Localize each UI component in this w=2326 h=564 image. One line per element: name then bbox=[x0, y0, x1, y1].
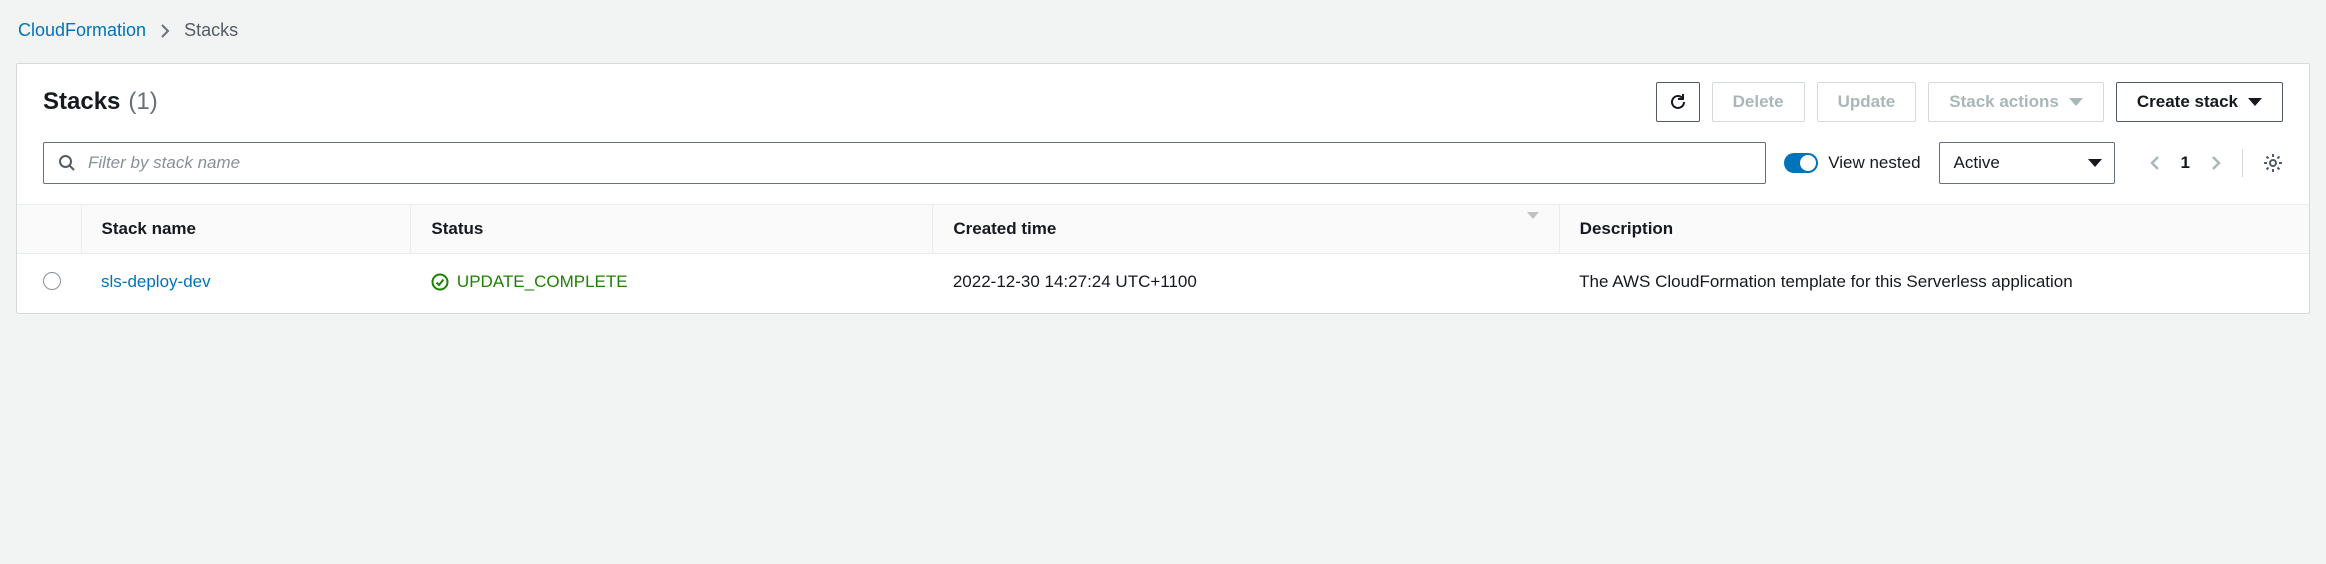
page-title: Stacks (1) bbox=[43, 88, 158, 116]
stacks-table: Stack name Status Created time Descripti… bbox=[17, 204, 2309, 313]
refresh-button[interactable] bbox=[1656, 82, 1700, 122]
caret-down-icon bbox=[2088, 159, 2102, 167]
column-created-time[interactable]: Created time bbox=[933, 205, 1559, 254]
breadcrumb: CloudFormation Stacks bbox=[16, 20, 2310, 41]
create-stack-label: Create stack bbox=[2137, 92, 2238, 112]
divider bbox=[2242, 149, 2243, 177]
view-nested-toggle[interactable] bbox=[1784, 153, 1818, 173]
column-description[interactable]: Description bbox=[1559, 205, 2309, 254]
caret-down-icon bbox=[2248, 98, 2262, 106]
page-number: 1 bbox=[2181, 153, 2190, 173]
status-filter-value: Active bbox=[1954, 153, 2000, 173]
column-status[interactable]: Status bbox=[411, 205, 933, 254]
created-time-cell: 2022-12-30 14:27:24 UTC+1100 bbox=[933, 254, 1559, 314]
view-nested-label: View nested bbox=[1828, 153, 1920, 173]
status-text: UPDATE_COMPLETE bbox=[457, 272, 628, 292]
header-actions: Delete Update Stack actions Create stack bbox=[1656, 82, 2283, 122]
caret-down-icon bbox=[2069, 98, 2083, 106]
row-select-radio[interactable] bbox=[43, 272, 61, 290]
breadcrumb-current: Stacks bbox=[184, 20, 238, 41]
filter-input-wrap[interactable] bbox=[43, 142, 1766, 184]
description-cell: The AWS CloudFormation template for this… bbox=[1559, 254, 2309, 314]
search-icon bbox=[58, 154, 76, 172]
title-text: Stacks bbox=[43, 88, 120, 116]
stack-actions-button[interactable]: Stack actions bbox=[1928, 82, 2104, 122]
column-select bbox=[17, 205, 81, 254]
title-count: (1) bbox=[128, 88, 157, 116]
stack-actions-label: Stack actions bbox=[1949, 92, 2059, 112]
delete-button[interactable]: Delete bbox=[1712, 82, 1805, 122]
stack-name-link[interactable]: sls-deploy-dev bbox=[101, 272, 211, 291]
chevron-right-icon bbox=[160, 23, 170, 39]
filter-input[interactable] bbox=[88, 153, 1751, 173]
stacks-panel: Stacks (1) Delete Update Stack actions bbox=[16, 63, 2310, 314]
table-row: sls-deploy-dev UPDATE_COMPLETE 2022-12-3… bbox=[17, 254, 2309, 314]
sort-desc-icon bbox=[1527, 219, 1539, 239]
breadcrumb-root-link[interactable]: CloudFormation bbox=[18, 20, 146, 41]
status-filter-select[interactable]: Active bbox=[1939, 142, 2115, 184]
settings-button[interactable] bbox=[2263, 153, 2283, 173]
check-circle-icon bbox=[431, 273, 449, 291]
pagination: 1 bbox=[2133, 149, 2283, 177]
update-button[interactable]: Update bbox=[1817, 82, 1917, 122]
column-created-time-label: Created time bbox=[953, 219, 1056, 238]
status-badge: UPDATE_COMPLETE bbox=[431, 272, 913, 292]
column-stack-name[interactable]: Stack name bbox=[81, 205, 411, 254]
create-stack-button[interactable]: Create stack bbox=[2116, 82, 2283, 122]
refresh-icon bbox=[1668, 92, 1688, 112]
prev-page-button[interactable] bbox=[2149, 154, 2161, 172]
next-page-button[interactable] bbox=[2210, 154, 2222, 172]
